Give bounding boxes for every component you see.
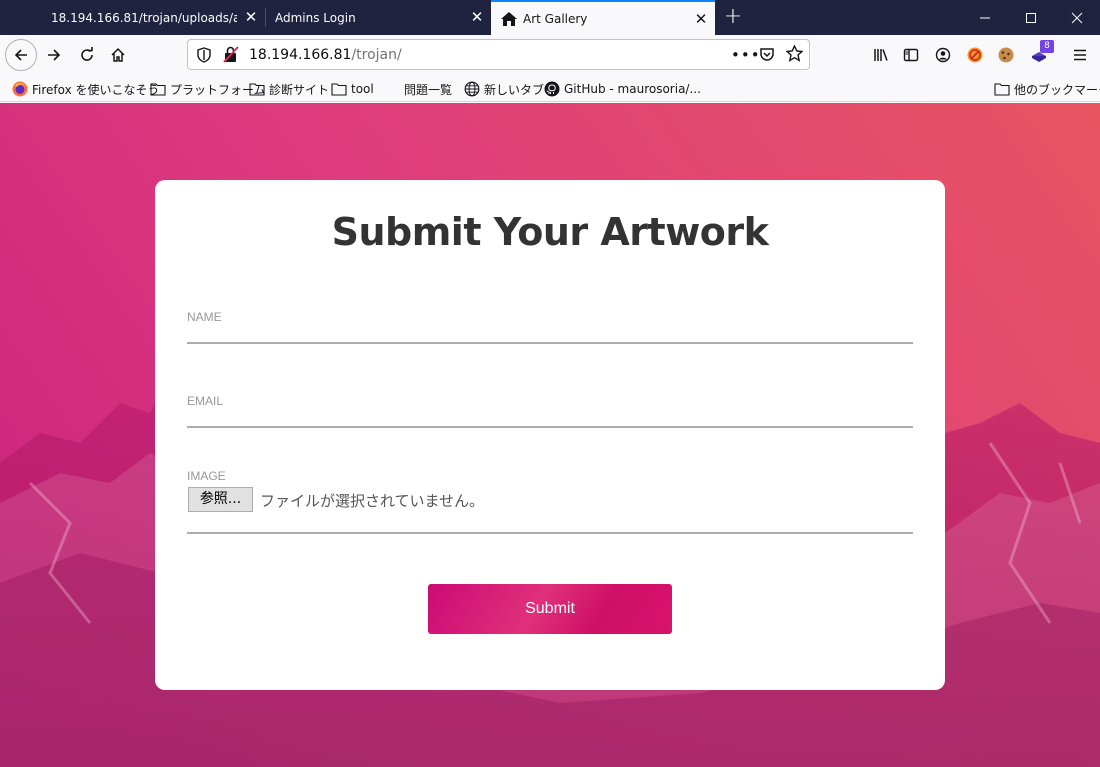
maximize-button[interactable] [1008, 0, 1054, 35]
artwork-form-card: Submit Your Artwork NAME EMAIL IMAGE 参照.… [155, 180, 945, 690]
github-icon [544, 81, 560, 97]
app-menu-button[interactable] [1065, 40, 1095, 70]
page-actions-menu-icon[interactable]: ••• [731, 46, 761, 64]
url-bar[interactable]: 18.194.166.81/trojan/ ••• [187, 39, 810, 70]
navigation-toolbar: 18.194.166.81/trojan/ ••• 8 [0, 35, 1100, 75]
sidebar-icon [903, 48, 919, 62]
pocket-icon[interactable] [759, 46, 775, 65]
bookmark-label: Firefox を使いこなそう [32, 82, 160, 97]
url-text[interactable]: 18.194.166.81/trojan/ [249, 47, 402, 63]
blocker-extension-icon [967, 47, 983, 63]
insecure-lock-icon[interactable] [223, 46, 239, 66]
extension-button-blocker[interactable] [960, 40, 990, 70]
close-tab-icon[interactable]: ✕ [469, 9, 485, 25]
shield-icon[interactable] [197, 47, 211, 66]
extension-badge-count: 8 [1040, 40, 1054, 53]
home-icon [501, 11, 517, 26]
name-input-underline[interactable] [187, 342, 913, 344]
tab-art-gallery[interactable]: Art Gallery ✕ [491, 0, 715, 35]
image-label: IMAGE [187, 469, 226, 483]
arrow-right-icon [48, 49, 61, 61]
bookmark-folder-tool[interactable]: tool [331, 80, 374, 98]
email-label: EMAIL [187, 394, 224, 408]
image-input-underline [187, 532, 913, 534]
sidebar-button[interactable] [896, 40, 926, 70]
tab-admins-login[interactable]: Admins Login ✕ [266, 0, 491, 35]
name-field[interactable]: NAME [187, 310, 913, 344]
hamburger-menu-icon [1074, 49, 1086, 61]
file-status-text: ファイルが選択されていません。 [260, 492, 485, 510]
reload-button[interactable] [72, 40, 102, 70]
close-tab-icon[interactable]: ✕ [693, 11, 709, 27]
bookmark-label: 新しいタブ [484, 82, 545, 97]
image-field: IMAGE 参照... ファイルが選択されていません。 [187, 469, 913, 535]
email-field[interactable]: EMAIL [187, 394, 913, 428]
extension-button-badge[interactable]: 8 [1024, 40, 1054, 70]
bookmark-problem-list[interactable]: 問題一覧 [404, 80, 452, 98]
bookmark-label: 他のブックマーク [1014, 82, 1100, 97]
extension-button-cookie[interactable] [991, 40, 1021, 70]
bookmark-label: 問題一覧 [404, 82, 453, 97]
new-tab-button[interactable]: + [718, 0, 748, 35]
url-path: /trojan/ [351, 47, 402, 63]
folder-icon [331, 83, 347, 96]
folder-icon [150, 83, 166, 96]
forward-button[interactable] [39, 40, 69, 70]
reload-icon [81, 47, 93, 61]
file-browse-button[interactable]: 参照... [188, 487, 253, 512]
url-host: 18.194.166.81 [249, 47, 352, 63]
home-button[interactable] [103, 40, 133, 70]
library-button[interactable] [866, 40, 896, 70]
bookmark-label: 診断サイト [269, 82, 330, 97]
tab-uploads[interactable]: 18.194.166.81/trojan/uploads/ac27 ✕ [37, 0, 265, 35]
minimize-button[interactable] [962, 0, 1008, 35]
firefox-icon [12, 81, 28, 97]
page-background: Submit Your Artwork NAME EMAIL IMAGE 参照.… [0, 103, 1100, 767]
close-tab-icon[interactable]: ✕ [243, 9, 259, 25]
bookmarks-toolbar: Firefox を使いこなそう プラットフォーム 診断サイト tool 問題一覧… [0, 75, 1100, 102]
cookie-icon [998, 47, 1014, 63]
other-bookmarks-folder[interactable]: 他のブックマーク [994, 80, 1100, 98]
folder-icon [249, 83, 265, 96]
folder-icon [994, 83, 1010, 96]
globe-icon [464, 81, 480, 97]
form-title: Submit Your Artwork [331, 210, 769, 254]
bookmark-github[interactable]: GitHub - maurosoria/... [544, 80, 701, 98]
bookmark-firefox-tips[interactable]: Firefox を使いこなそう [12, 80, 160, 98]
bookmark-new-tab[interactable]: 新しいタブ [464, 80, 544, 98]
tab-title: Admins Login [275, 10, 356, 25]
bookmark-label: GitHub - maurosoria/... [564, 82, 701, 96]
bookmark-star-icon[interactable] [785, 44, 804, 65]
close-window-button[interactable] [1054, 0, 1100, 35]
bookmark-label: tool [351, 82, 374, 96]
tab-title: 18.194.166.81/trojan/uploads/ac27 [51, 10, 237, 25]
account-button[interactable] [928, 40, 958, 70]
email-input-underline[interactable] [187, 426, 913, 428]
tab-strip: 18.194.166.81/trojan/uploads/ac27 ✕ Admi… [0, 0, 1100, 35]
bookmark-folder-diagnosis[interactable]: 診断サイト [249, 80, 329, 98]
home-icon [111, 47, 125, 62]
name-label: NAME [187, 310, 222, 324]
back-button[interactable] [5, 39, 37, 71]
tab-title: Art Gallery [523, 11, 588, 26]
submit-button[interactable]: Submit [428, 584, 672, 634]
account-icon [935, 47, 951, 63]
arrow-left-icon [14, 49, 27, 61]
library-icon [874, 49, 888, 61]
